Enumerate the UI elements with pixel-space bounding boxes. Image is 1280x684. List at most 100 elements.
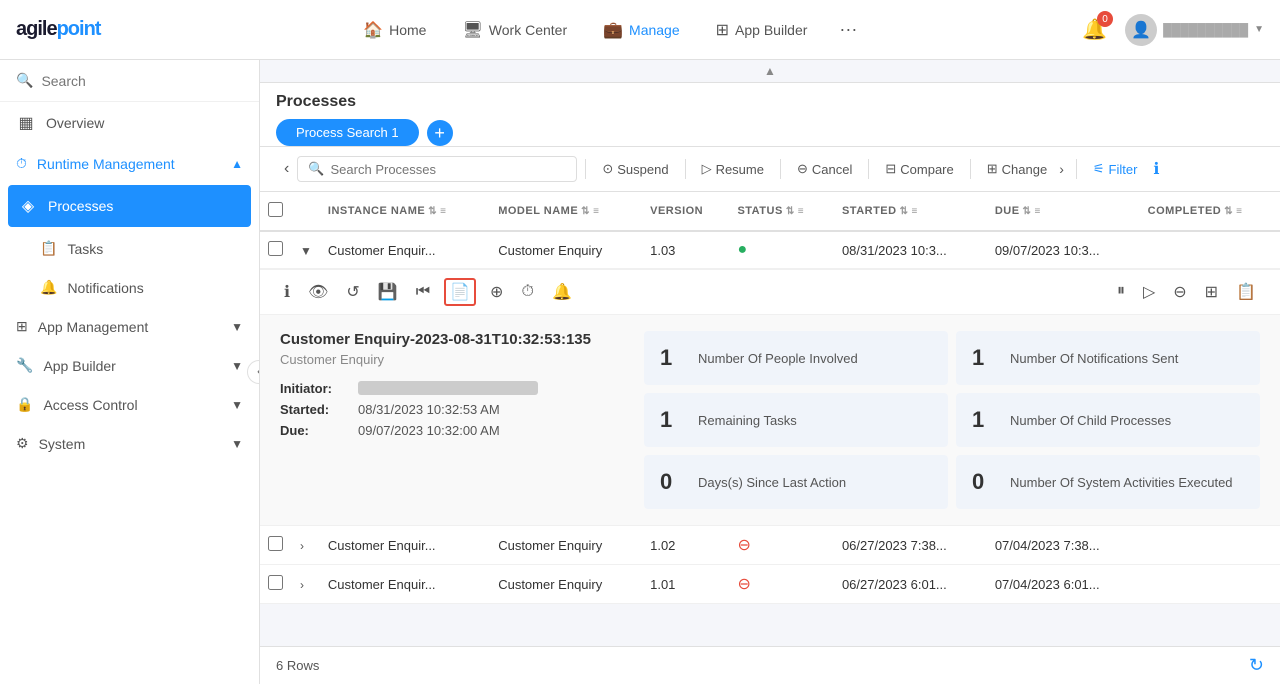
completed-sort-icon[interactable]: ⇅ — [1224, 206, 1233, 217]
sidebar-item-runtime[interactable]: ⏱ Runtime Management ▲ — [0, 144, 259, 183]
collapse-bar[interactable]: ▲ — [260, 60, 1280, 83]
refresh-action-icon[interactable]: ↺ — [342, 278, 363, 306]
change-button[interactable]: ⊞ Change — [979, 157, 1055, 181]
sidebar-item-appbuilder[interactable]: 🔧 App Builder ▼ — [0, 346, 259, 385]
row1-expand-button[interactable]: ▼ — [300, 244, 312, 258]
info-button[interactable]: ℹ — [1149, 155, 1163, 183]
page-title: Processes — [276, 93, 1264, 111]
tab-row: Process Search 1 + — [276, 119, 1264, 146]
export-action-icon[interactable]: 📋 — [1232, 278, 1260, 306]
instance-sort-icon[interactable]: ⇅ — [428, 206, 437, 217]
grid-action-icon[interactable]: ⊞ — [1201, 278, 1222, 306]
sep2 — [685, 159, 686, 179]
back-button[interactable]: ‹ — [276, 160, 297, 178]
save-action-icon[interactable]: 💾 — [374, 278, 402, 306]
logo: agilepoint — [16, 18, 100, 41]
th-instance-name: INSTANCE NAME ⇅ ≡ — [320, 192, 490, 231]
runtime-chevron-icon: ▲ — [231, 157, 243, 171]
timer-action-icon[interactable]: ⏱ — [517, 279, 537, 305]
accesscontrol-icon: 🔒 — [16, 396, 33, 413]
document-action-icon[interactable]: 📄 — [444, 278, 476, 306]
row1-completed — [1140, 231, 1280, 269]
started-sort-icon[interactable]: ⇅ — [900, 206, 909, 217]
row1-checkbox-cell — [260, 231, 292, 269]
collapse-chevron-icon: ▲ — [764, 64, 776, 78]
sidebar-appmanagement-label: App Management — [38, 319, 149, 335]
process-search-tab[interactable]: Process Search 1 — [276, 119, 419, 146]
nav-items: 🏠 Home 🖥 Work Center 💼 Manage ⊞ App Buil… — [140, 11, 1076, 48]
stat-tasks-label: Remaining Tasks — [698, 413, 797, 428]
more-actions-button[interactable]: › — [1055, 157, 1068, 181]
top-nav: agilepoint 🏠 Home 🖥 Work Center 💼 Manage… — [0, 0, 1280, 60]
stat-days: 0 Days(s) Since Last Action — [644, 455, 948, 509]
model-sort-icon[interactable]: ⇅ — [581, 206, 590, 217]
search-processes-input[interactable] — [331, 162, 567, 177]
alert-action-icon[interactable]: 🔔 — [548, 278, 576, 306]
th-completed: COMPLETED ⇅ ≡ — [1140, 192, 1280, 231]
sidebar-item-accesscontrol[interactable]: 🔒 Access Control ▼ — [0, 385, 259, 424]
stop-action-icon[interactable]: ⊖ — [1169, 278, 1190, 306]
notifications-button[interactable]: 🔔 0 — [1076, 11, 1113, 48]
row3-expand-cell: › — [292, 565, 320, 604]
nav-manage-label: Manage — [629, 22, 680, 38]
sidebar-item-processes[interactable]: ◈ Processes — [8, 185, 251, 227]
stat-people-value: 1 — [660, 345, 684, 371]
sidebar-item-notifications[interactable]: 🔔 Notifications — [0, 268, 259, 307]
diagram-action-icon[interactable]: ⊕ — [486, 278, 507, 306]
sidebar-item-appmanagement[interactable]: ⊞ App Management ▼ — [0, 307, 259, 346]
expanded-cell: ℹ 👁 ↺ 💾 ⏮ 📄 ⊕ ⏱ 🔔 ⏸ — [260, 269, 1280, 526]
add-tab-button[interactable]: + — [427, 120, 453, 146]
row3-status: ⊖ — [729, 565, 834, 604]
row3-checkbox[interactable] — [268, 575, 283, 590]
sep4 — [868, 159, 869, 179]
row2-expand-button[interactable]: › — [300, 539, 304, 553]
row2-checkbox[interactable] — [268, 536, 283, 551]
play-action-icon[interactable]: ▷ — [1139, 278, 1159, 306]
nav-workcenter[interactable]: 🖥 Work Center — [448, 12, 581, 48]
sep1 — [585, 159, 586, 179]
select-all-checkbox[interactable] — [268, 202, 283, 217]
due-filter-icon[interactable]: ≡ — [1034, 206, 1040, 217]
pause-action-icon[interactable]: ⏸ — [1113, 278, 1129, 306]
suspend-button[interactable]: ⊙ Suspend — [594, 157, 676, 181]
row1-version: 1.03 — [642, 231, 729, 269]
completed-filter-icon[interactable]: ≡ — [1236, 206, 1242, 217]
table-row: › Customer Enquir... Customer Enquiry 1.… — [260, 565, 1280, 604]
started-filter-icon[interactable]: ≡ — [911, 206, 917, 217]
status-filter-icon[interactable]: ≡ — [798, 206, 804, 217]
sidebar-item-system[interactable]: ⚙ System ▼ — [0, 424, 259, 463]
table-row: › Customer Enquir... Customer Enquiry 1.… — [260, 526, 1280, 565]
nav-more[interactable]: ··· — [829, 11, 867, 48]
history-action-icon[interactable]: ⏮ — [412, 279, 434, 305]
view-action-icon[interactable]: 👁 — [304, 278, 332, 306]
status-sort-icon[interactable]: ⇅ — [786, 206, 795, 217]
row1-checkbox[interactable] — [268, 241, 283, 256]
cancel-button[interactable]: ⊖ Cancel — [789, 157, 860, 181]
compare-button[interactable]: ⊟ Compare — [877, 157, 961, 181]
process-info: Customer Enquiry-2023-08-31T10:32:53:135… — [280, 331, 620, 509]
user-area[interactable]: 👤 ██████████ ▼ — [1125, 14, 1264, 46]
sidebar-item-tasks[interactable]: 📋 Tasks — [0, 229, 259, 268]
cancelled-status-icon: ⊖ — [737, 537, 750, 554]
model-filter-icon[interactable]: ≡ — [593, 206, 599, 217]
nav-home-label: Home — [389, 22, 426, 38]
stat-notifications-value: 1 — [972, 345, 996, 371]
nav-appbuilder[interactable]: ⊞ App Builder — [702, 12, 822, 48]
resume-label: Resume — [716, 162, 764, 177]
sidebar-search-input[interactable] — [41, 73, 243, 89]
nav-home[interactable]: 🏠 Home — [349, 12, 440, 48]
appmanagement-chevron-icon: ▼ — [231, 320, 243, 334]
nav-manage[interactable]: 💼 Manage — [589, 12, 694, 48]
sidebar-item-overview[interactable]: ▦ Overview — [0, 102, 259, 144]
filter-button[interactable]: ⚟ Filter — [1085, 157, 1146, 181]
table-header-row: INSTANCE NAME ⇅ ≡ MODEL NAME ⇅ ≡ — [260, 192, 1280, 231]
due-sort-icon[interactable]: ⇅ — [1023, 206, 1032, 217]
refresh-button[interactable]: ↻ — [1249, 655, 1264, 676]
stat-child-value: 1 — [972, 407, 996, 433]
processes-table: INSTANCE NAME ⇅ ≡ MODEL NAME ⇅ ≡ — [260, 192, 1280, 604]
info-action-icon[interactable]: ℹ — [280, 278, 294, 306]
action-icons-row: ℹ 👁 ↺ 💾 ⏮ 📄 ⊕ ⏱ 🔔 ⏸ — [260, 269, 1280, 315]
row3-expand-button[interactable]: › — [300, 578, 304, 592]
instance-filter-icon[interactable]: ≡ — [440, 206, 446, 217]
resume-button[interactable]: ▷ Resume — [694, 157, 772, 181]
